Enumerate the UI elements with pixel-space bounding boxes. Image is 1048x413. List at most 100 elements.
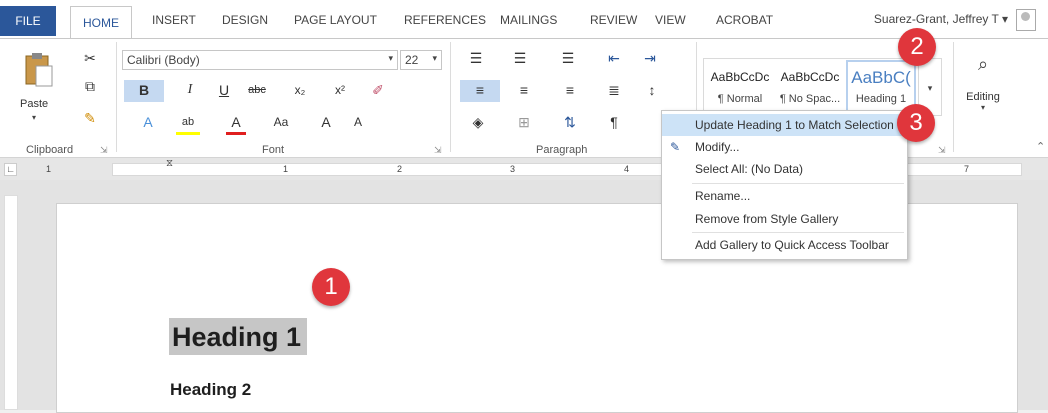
menu-item-add-to-qat[interactable]: Add Gallery to Quick Access Toolbar <box>662 234 907 256</box>
chevron-down-icon: ▾ <box>388 53 393 63</box>
indent-marker-icon[interactable]: ⧖ <box>166 158 173 169</box>
multilevel-list-icon[interactable]: ☰ <box>556 48 580 68</box>
font-color-icon[interactable]: A <box>226 112 246 135</box>
tab-references[interactable]: REFERENCES <box>404 13 486 27</box>
ruler-mark: 3 <box>510 164 516 174</box>
ruler-mark: 2 <box>397 164 403 174</box>
justify-icon[interactable]: ≣ <box>604 80 624 100</box>
menu-item-label: Remove from Style Gallery <box>695 212 839 226</box>
dialog-launcher-icon[interactable]: ⇲ <box>938 145 946 156</box>
style-no-spacing[interactable]: AaBbCcDc ¶ No Spac... <box>775 60 845 116</box>
clear-formatting-icon[interactable]: ✐ <box>368 80 388 100</box>
text-effects-icon[interactable]: A <box>138 112 158 132</box>
style-label: ¶ No Spac... <box>779 93 841 105</box>
tab-home[interactable]: HOME <box>70 6 132 38</box>
shrink-font-button[interactable]: A <box>348 112 368 132</box>
tab-design[interactable]: DESIGN <box>222 13 268 27</box>
chevron-down-icon: ▾ <box>1001 12 1008 26</box>
dialog-launcher-icon[interactable]: ⇲ <box>434 145 442 156</box>
tab-file[interactable]: FILE <box>0 6 56 36</box>
highlight-color-icon[interactable]: ab <box>176 112 200 135</box>
editing-label: Editing <box>966 91 1000 103</box>
binoculars-icon: ⌕ <box>977 54 989 74</box>
sort-icon[interactable]: ⇅ <box>560 112 580 132</box>
cut-icon[interactable]: ✂ <box>80 48 100 68</box>
paragraph-group-label: Paragraph <box>536 144 588 156</box>
style-normal[interactable]: AaBbCcDc ¶ Normal <box>705 60 775 116</box>
font-family-value: Calibri (Body) <box>127 53 200 67</box>
format-painter-icon[interactable]: ✎ <box>80 108 100 128</box>
align-right-icon[interactable]: ≡ <box>560 80 580 100</box>
tab-review[interactable]: REVIEW <box>590 13 637 27</box>
strikethrough-button[interactable]: abc <box>244 80 270 100</box>
user-account[interactable]: Suarez-Grant, Jeffrey T ▾ <box>874 12 1008 26</box>
menu-item-modify[interactable]: ✎ Modify... <box>662 136 907 158</box>
menu-item-remove-from-gallery[interactable]: Remove from Style Gallery <box>662 208 907 230</box>
menu-separator <box>692 232 904 233</box>
avatar[interactable] <box>1016 9 1036 31</box>
style-preview: AaBbCcDc <box>780 70 840 84</box>
ribbon-tab-bar: FILE HOME INSERT DESIGN PAGE LAYOUT REFE… <box>0 0 1048 38</box>
callout-badge-3: 3 <box>897 104 935 142</box>
vertical-ruler[interactable] <box>4 195 18 410</box>
menu-item-label: Select All: (No Data) <box>695 162 804 176</box>
shading-icon[interactable]: ◈ <box>466 112 490 132</box>
tab-insert[interactable]: INSERT <box>152 13 196 27</box>
bold-button[interactable]: B <box>124 80 164 102</box>
align-left-icon[interactable]: ≡ <box>460 80 500 102</box>
menu-item-select-all[interactable]: Select All: (No Data) <box>662 158 907 180</box>
align-center-icon[interactable]: ≡ <box>514 80 534 100</box>
ruler-mark: 1 <box>46 164 52 174</box>
menu-item-update-heading[interactable]: Update Heading 1 to Match Selection <box>662 114 907 136</box>
style-context-menu: Update Heading 1 to Match Selection ✎ Mo… <box>661 110 908 260</box>
heading-2-text[interactable]: Heading 2 <box>170 380 251 400</box>
change-case-button[interactable]: Aa <box>268 112 294 132</box>
paste-label: Paste <box>20 98 49 110</box>
grow-font-button[interactable]: A <box>316 112 336 132</box>
tab-page-layout[interactable]: PAGE LAYOUT <box>294 13 377 27</box>
dialog-launcher-icon[interactable]: ⇲ <box>100 145 108 156</box>
menu-item-label: Add Gallery to Quick Access Toolbar <box>695 238 889 252</box>
ruler-mark: 7 <box>964 164 970 174</box>
tab-mailings[interactable]: MAILINGS <box>500 13 557 27</box>
callout-badge-1: 1 <box>312 268 350 306</box>
menu-item-rename[interactable]: Rename... <box>662 185 907 207</box>
clipboard-group-label: Clipboard <box>26 144 74 156</box>
superscript-button[interactable]: x² <box>330 80 350 100</box>
menu-item-label: Rename... <box>695 189 751 203</box>
show-hide-button[interactable]: ¶ <box>604 112 624 132</box>
heading-1-text[interactable]: Heading 1 <box>169 318 308 355</box>
numbering-icon[interactable]: ☰ <box>508 48 532 68</box>
increase-indent-icon[interactable]: ⇥ <box>640 48 660 68</box>
editing-button[interactable]: ⌕ Editing ▾ <box>960 50 1006 130</box>
ruler-mark: 1 <box>283 164 289 174</box>
font-size-value: 22 <box>405 53 419 67</box>
style-preview: AaBbC( <box>851 68 911 87</box>
subscript-button[interactable]: x₂ <box>290 80 310 100</box>
clipboard-icon <box>25 53 53 87</box>
tab-view[interactable]: VIEW <box>655 13 686 27</box>
callout-badge-2: 2 <box>898 28 936 66</box>
borders-icon[interactable]: ⊞ <box>512 112 536 132</box>
font-family-select[interactable]: Calibri (Body) ▾ <box>122 50 398 70</box>
style-preview: AaBbCcDc <box>710 70 770 84</box>
line-spacing-icon[interactable]: ↕ <box>640 80 664 100</box>
italic-button[interactable]: I <box>180 80 200 100</box>
menu-item-label: Update Heading 1 to Match Selection <box>695 118 894 132</box>
font-group-label: Font <box>262 144 285 156</box>
font-size-select[interactable]: 22 ▾ <box>400 50 442 70</box>
tab-selector-icon[interactable]: ∟ <box>4 163 17 176</box>
menu-item-label: Modify... <box>695 140 740 154</box>
bullets-icon[interactable]: ☰ <box>464 48 488 68</box>
copy-icon[interactable]: ⧉ <box>80 76 100 96</box>
paste-button[interactable]: Paste ▾ <box>18 50 58 130</box>
tab-acrobat[interactable]: ACROBAT <box>716 13 773 27</box>
collapse-ribbon-icon[interactable]: ⌃ <box>1036 140 1045 153</box>
decrease-indent-icon[interactable]: ⇤ <box>604 48 624 68</box>
ruler-mark: 4 <box>624 164 630 174</box>
chevron-down-icon: ▾ <box>432 53 437 63</box>
underline-button[interactable]: U <box>214 80 234 100</box>
user-name: Suarez-Grant, Jeffrey T <box>873 12 999 26</box>
chevron-down-icon: ▾ <box>32 113 37 122</box>
style-label: Heading 1 <box>855 93 907 105</box>
